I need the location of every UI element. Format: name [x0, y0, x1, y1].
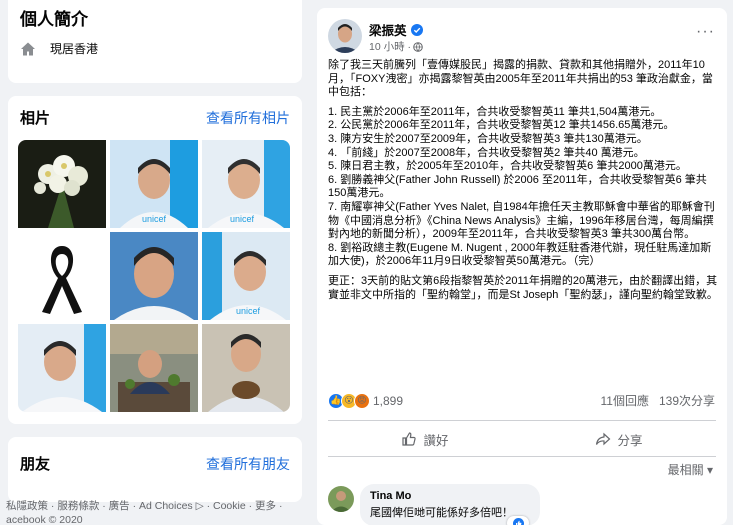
like-label: 讚好	[423, 433, 449, 448]
reaction-bar: 👍 😮 😡 1,899 11個回應 139次分享	[328, 392, 715, 409]
footer-links[interactable]: 私隱政策 · 服務條款 · 廣告 · Ad Choices ▷ · Cookie…	[6, 499, 302, 525]
photo-unicef-2[interactable]: unicef	[202, 140, 290, 228]
shares-count[interactable]: 139次分享	[659, 394, 715, 408]
divider-bottom	[328, 456, 716, 457]
reaction-summary[interactable]: 👍 😮 😡 1,899	[328, 392, 403, 409]
verified-badge-icon	[410, 23, 423, 36]
globe-icon	[413, 41, 423, 52]
comment-reaction-badge[interactable]	[507, 516, 529, 525]
author-name[interactable]: 梁振英	[369, 20, 407, 39]
photos-card: 相片 查看所有相片 unicef unicef unicef	[8, 96, 302, 424]
commenter-avatar[interactable]	[328, 486, 354, 512]
home-icon	[21, 42, 35, 55]
share-label: 分享	[617, 433, 643, 448]
post-body: 除了我三天前騰列「壹傳媒股民」揭露的捐款、貸款和其他捐贈外，2011年10月，「…	[328, 59, 720, 308]
photo-unicef-3[interactable]: unicef	[202, 232, 290, 320]
comment-sort-dropdown[interactable]: 最相關 ▾	[668, 461, 713, 478]
footer-line-1[interactable]: 私隱政策 · 服務條款 · 廣告 · Ad Choices ▷ · Cookie…	[6, 499, 302, 513]
photo-unicef-1[interactable]: unicef	[110, 140, 198, 228]
photo-black-ribbon[interactable]	[18, 232, 106, 320]
photo-unicef-4[interactable]	[18, 324, 106, 412]
comments-count[interactable]: 11個回應	[600, 394, 648, 408]
post-actions: 讚好 分享	[328, 425, 716, 453]
like-reaction-icon	[512, 517, 524, 525]
post-more-button[interactable]: ···	[696, 23, 715, 41]
see-all-photos-link[interactable]: 查看所有相片	[206, 108, 290, 128]
photo-planter[interactable]	[110, 324, 198, 412]
photo-flowers[interactable]	[18, 140, 106, 228]
svg-text:unicef: unicef	[230, 214, 255, 224]
svg-text:unicef: unicef	[236, 306, 261, 316]
angry-reaction-icon: 😡	[354, 392, 370, 409]
post-author[interactable]: 梁振英	[369, 20, 423, 39]
reaction-count[interactable]: 1,899	[373, 394, 403, 408]
post-card: 梁振英 10 小時 · ··· 除了我三天前騰列「壹傳媒股民」揭露的捐款、貸款和…	[317, 8, 727, 525]
share-icon	[596, 432, 611, 446]
svg-text:unicef: unicef	[142, 214, 167, 224]
friends-card: 朋友 查看所有朋友	[8, 437, 302, 502]
thumbs-up-icon	[402, 432, 417, 446]
intro-location-text: 現居香港	[50, 42, 99, 56]
post-paragraph-list: 1. 民主黨於2006年至2011年，合共收受黎智英11 筆共1,504萬港元。…	[328, 105, 715, 268]
photo-grid: unicef unicef unicef	[18, 140, 290, 412]
left-column: 個人簡介 現居香港 相片 查看所有相片 unicef unicef unicef…	[0, 0, 302, 525]
comment-text: 尾國俾佢哋可能係好多倍吧！	[370, 507, 513, 519]
author-avatar[interactable]	[328, 19, 362, 53]
post-paragraph-correction: 更正：3天前的貼文第6段指黎智英於2011年捐贈的20萬港元，由於翻譯出錯，其實…	[328, 274, 718, 301]
post-meta: 10 小時 ·	[369, 39, 423, 54]
like-button[interactable]: 讚好	[401, 430, 449, 449]
photos-title: 相片	[20, 110, 51, 127]
intro-location: 現居香港	[20, 40, 98, 57]
post-paragraph-intro: 除了我三天前騰列「壹傳媒股民」揭露的捐款、貸款和其他捐贈外，2011年10月，「…	[328, 59, 713, 99]
see-all-friends-link[interactable]: 查看所有朋友	[206, 454, 290, 474]
footer-line-2: acebook © 2020	[6, 514, 83, 525]
friends-title: 朋友	[20, 456, 51, 473]
intro-title: 個人簡介	[20, 10, 88, 29]
photo-portrait[interactable]	[110, 232, 198, 320]
divider-top	[328, 420, 716, 421]
engagement-counts: 11個回應 139次分享	[600, 392, 715, 409]
share-button[interactable]: 分享	[595, 430, 643, 449]
post-time[interactable]: 10 小時 ·	[369, 39, 411, 54]
intro-card: 個人簡介 現居香港	[8, 0, 302, 83]
photo-holding-food[interactable]	[202, 324, 290, 412]
commenter-name[interactable]: Tina Mo	[370, 490, 530, 502]
